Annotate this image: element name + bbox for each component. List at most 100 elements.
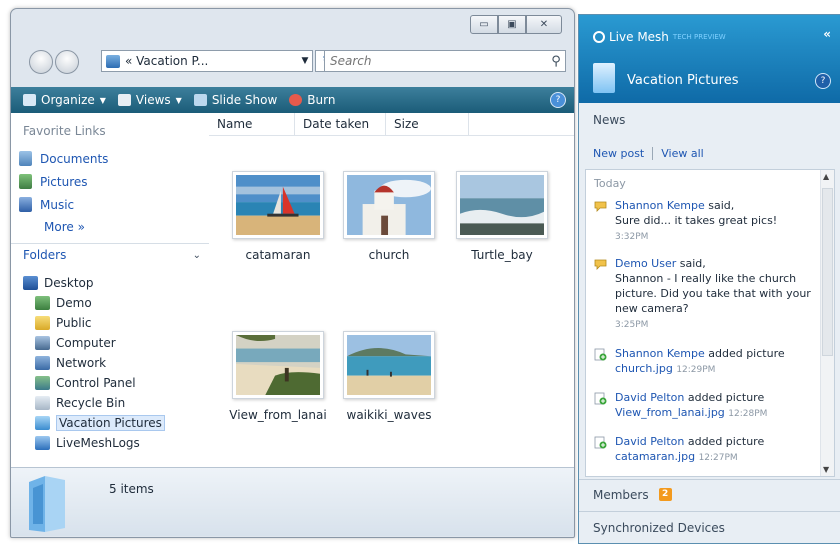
file-item-waikiki-waves[interactable]: waikiki_waves (334, 331, 444, 422)
forward-button[interactable] (55, 50, 79, 74)
feed-time: 12:29PM (676, 365, 716, 375)
search-input[interactable] (325, 53, 547, 69)
feed-text: Shannon - I really like the church pictu… (615, 272, 811, 315)
favorite-documents[interactable]: Documents (11, 147, 209, 170)
favorite-label: Documents (40, 151, 109, 166)
maximize-button[interactable]: ▣ (498, 15, 526, 34)
column-name[interactable]: Name (209, 113, 295, 135)
file-item-catamaran[interactable]: catamaran (223, 171, 333, 262)
back-button[interactable] (29, 50, 53, 74)
file-item-view-from-lanai[interactable]: View_from_lanai (223, 331, 333, 422)
favorite-label: Pictures (40, 174, 88, 189)
views-icon (117, 94, 131, 106)
address-bar[interactable]: « Vacation P... ▼ (101, 50, 313, 72)
live-mesh-icon (593, 31, 605, 43)
organize-icon (23, 94, 36, 106)
church-image (347, 175, 431, 235)
scroll-down-icon[interactable]: ▼ (823, 465, 829, 474)
beach-sailboat-image (236, 175, 320, 235)
tree-item-computer[interactable]: Computer (11, 333, 209, 353)
tree-item-control-panel[interactable]: Control Panel (11, 373, 209, 393)
address-path: « Vacation P... (125, 54, 209, 68)
favorite-music[interactable]: Music (11, 193, 209, 216)
file-label: Turtle_bay (471, 248, 533, 262)
sync-devices-label: Synchronized Devices (593, 520, 725, 535)
feed-action: added picture (687, 391, 765, 404)
views-button[interactable]: Views ▼ (117, 93, 182, 107)
tree-item-livemeshlogs[interactable]: LiveMeshLogs (11, 433, 209, 453)
address-row: « Vacation P... ▼ ↻ ⚲ (19, 49, 567, 75)
tree-item-demo[interactable]: Demo (11, 293, 209, 313)
close-button[interactable]: ✕ (526, 15, 562, 34)
feed-item: Shannon Kempe said, Sure did... it takes… (594, 198, 816, 245)
burn-button[interactable]: Burn (289, 93, 335, 107)
search-icon[interactable]: ⚲ (547, 54, 565, 69)
recycle-bin-icon (35, 396, 50, 410)
chevron-down-icon: ▼ (175, 95, 182, 105)
feed-day-label: Today (594, 177, 626, 190)
feed-author[interactable]: David Pelton (615, 435, 684, 448)
feed-action: said, (708, 199, 735, 212)
live-mesh-panel: Live Mesh TECH PREVIEW « Vacation Pictur… (578, 14, 840, 544)
members-label: Members (593, 487, 649, 502)
feed-item: David Pelton added picture View_from_lan… (594, 390, 816, 422)
explorer-window: ▭ ▣ ✕ « Vacation P... ▼ ↻ ⚲ Organize ▼ V… (10, 8, 575, 538)
column-size[interactable]: Size (386, 113, 469, 135)
comment-icon (594, 259, 607, 270)
music-icon (19, 197, 32, 212)
shared-folder-icon (35, 416, 50, 430)
tree-item-network[interactable]: Network (11, 353, 209, 373)
column-date-taken[interactable]: Date taken (295, 113, 386, 135)
folder-icon (35, 316, 50, 330)
feed-author[interactable]: Shannon Kempe (615, 347, 705, 360)
help-icon[interactable]: ? (815, 73, 831, 89)
folder-icon (29, 476, 65, 532)
feed-file-link[interactable]: View_from_lanai.jpg (615, 406, 725, 419)
chevron-down-icon[interactable]: ▼ (298, 56, 312, 66)
folders-header[interactable]: Folders ⌄ (11, 243, 209, 266)
organize-button[interactable]: Organize ▼ (23, 93, 106, 107)
tree-item-desktop[interactable]: Desktop (11, 273, 209, 293)
feed-author[interactable]: David Pelton (615, 391, 684, 404)
file-item-turtle-bay[interactable]: Turtle_bay (447, 171, 557, 262)
help-icon[interactable]: ? (550, 92, 566, 108)
feed-author[interactable]: Shannon Kempe (615, 199, 705, 212)
scroll-thumb[interactable] (822, 188, 833, 356)
slideshow-button[interactable]: Slide Show (193, 93, 277, 107)
tree-label: Demo (56, 296, 92, 310)
favorite-label: Music (40, 197, 75, 212)
feed-file-link[interactable]: church.jpg (615, 362, 673, 375)
tree-label: Public (56, 316, 92, 330)
tree-label: Vacation Pictures (56, 415, 165, 431)
members-section[interactable]: Members 2 (579, 479, 840, 509)
view-all-link[interactable]: View all (661, 147, 703, 160)
control-panel-icon (35, 376, 50, 390)
synchronized-devices-section[interactable]: Synchronized Devices (579, 511, 840, 543)
feed-file-link[interactable]: catamaran.jpg (615, 450, 695, 463)
collapse-button[interactable]: « (823, 27, 831, 41)
file-item-church[interactable]: church (334, 171, 444, 262)
more-links[interactable]: More » (11, 216, 209, 238)
members-count-badge: 2 (658, 488, 672, 501)
file-label: church (368, 248, 410, 262)
tree-item-recycle-bin[interactable]: Recycle Bin (11, 393, 209, 413)
tree-label: Recycle Bin (56, 396, 126, 410)
desktop-icon (23, 276, 38, 290)
chevron-down-icon: ▼ (99, 95, 106, 105)
news-header[interactable]: News (579, 113, 840, 127)
thumbnail-turtle-bay (456, 171, 548, 239)
lanai-view-image (236, 335, 320, 395)
feed-author[interactable]: Demo User (615, 257, 676, 270)
favorite-pictures[interactable]: Pictures (11, 170, 209, 193)
tree-item-public[interactable]: Public (11, 313, 209, 333)
scroll-up-icon[interactable]: ▲ (823, 172, 829, 181)
new-post-link[interactable]: New post (593, 147, 644, 160)
minimize-button[interactable]: ▭ (470, 15, 498, 34)
feed-scrollbar[interactable]: ▲ ▼ (820, 170, 834, 476)
tree-item-vacation-pictures[interactable]: Vacation Pictures (11, 413, 209, 433)
add-picture-icon (594, 348, 607, 361)
feed-item: David Pelton added picture catamaran.jpg… (594, 434, 816, 466)
search-box[interactable]: ⚲ (324, 50, 566, 72)
mesh-header: Live Mesh TECH PREVIEW « Vacation Pictur… (579, 15, 840, 103)
mesh-folder-title: Vacation Pictures (627, 73, 739, 88)
